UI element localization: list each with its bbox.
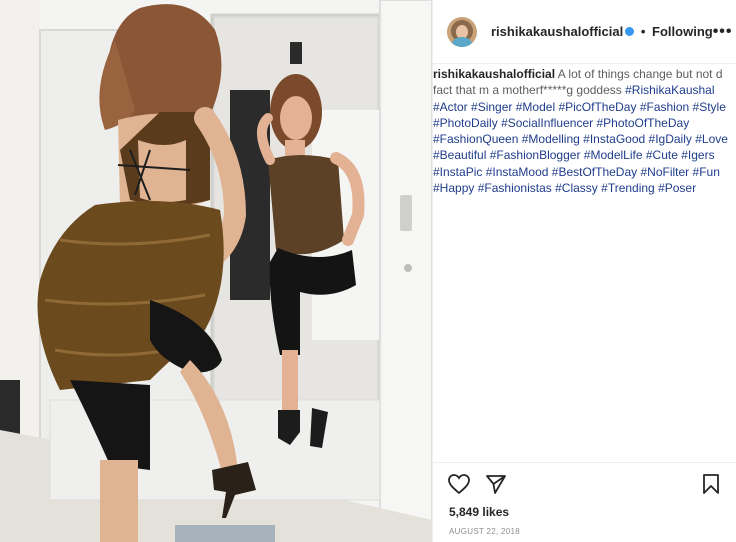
heart-icon[interactable] <box>447 473 471 500</box>
bookmark-icon[interactable] <box>701 473 721 500</box>
hashtag-list: #RishikaKaushal #Actor #Singer #Model #P… <box>433 83 728 195</box>
hashtag-link[interactable]: #Style <box>693 100 726 114</box>
caption-username[interactable]: rishikakaushalofficial <box>433 67 555 81</box>
hashtag-link[interactable]: #Fashionistas <box>478 181 552 195</box>
hashtag-link[interactable]: #ModelLife <box>584 148 643 162</box>
hashtag-link[interactable]: #Singer <box>471 100 512 114</box>
hashtag-link[interactable]: #PhotoOfTheDay <box>596 116 689 130</box>
hashtag-link[interactable]: #Love <box>695 132 728 146</box>
hashtag-link[interactable]: #Poser <box>658 181 696 195</box>
hashtag-link[interactable]: #PhotoDaily <box>433 116 498 130</box>
caption: rishikakaushalofficial A lot of things c… <box>433 66 736 456</box>
hashtag-link[interactable]: #Actor <box>433 100 468 114</box>
post-photo[interactable] <box>0 0 432 542</box>
hashtag-link[interactable]: #Cute <box>646 148 678 162</box>
follow-separator: • <box>640 24 646 39</box>
hashtag-link[interactable]: #Modelling <box>522 132 580 146</box>
hashtag-link[interactable]: #PicOfTheDay <box>558 100 636 114</box>
post-date[interactable]: AUGUST 22, 2018 <box>449 527 520 536</box>
hashtag-link[interactable]: #Fun <box>693 165 720 179</box>
photo-illustration <box>0 0 432 542</box>
hashtag-link[interactable]: #Igers <box>681 148 714 162</box>
username-link[interactable]: rishikakaushalofficial • Following <box>491 24 713 39</box>
hashtag-link[interactable]: #IgDaily <box>649 132 692 146</box>
post-actions: 5,849 likes AUGUST 22, 2018 <box>433 462 736 542</box>
hashtag-link[interactable]: #FashionBlogger <box>490 148 581 162</box>
hashtag-link[interactable]: #FashionQueen <box>433 132 518 146</box>
hashtag-link[interactable]: #Model <box>516 100 555 114</box>
hashtag-link[interactable]: #BestOfTheDay <box>552 165 637 179</box>
hashtag-link[interactable]: #Fashion <box>640 100 689 114</box>
more-options-icon[interactable]: ••• <box>713 23 733 39</box>
hashtag-link[interactable]: #Trending <box>601 181 655 195</box>
hashtag-link[interactable]: #InstaMood <box>486 165 549 179</box>
hashtag-link[interactable]: #InstaGood <box>583 132 645 146</box>
hashtag-link[interactable]: #SocialInfluencer <box>501 116 593 130</box>
hashtag-link[interactable]: #Classy <box>555 181 598 195</box>
username-text[interactable]: rishikakaushalofficial <box>491 24 623 39</box>
send-icon[interactable] <box>485 473 507 500</box>
hashtag-link[interactable]: #Happy <box>433 181 474 195</box>
verified-badge-icon <box>625 27 635 37</box>
post-side-panel: rishikakaushalofficial • Following ••• r… <box>432 0 736 542</box>
like-count[interactable]: 5,849 likes <box>449 505 509 519</box>
hashtag-link[interactable]: #Beautiful <box>433 148 486 162</box>
hashtag-link[interactable]: #NoFilter <box>640 165 689 179</box>
hashtag-link[interactable]: #RishikaKaushal <box>625 83 714 97</box>
hashtag-link[interactable]: #InstaPic <box>433 165 482 179</box>
following-button[interactable]: Following <box>652 24 713 39</box>
post-header: rishikakaushalofficial • Following ••• <box>433 0 736 64</box>
avatar[interactable] <box>447 16 477 47</box>
